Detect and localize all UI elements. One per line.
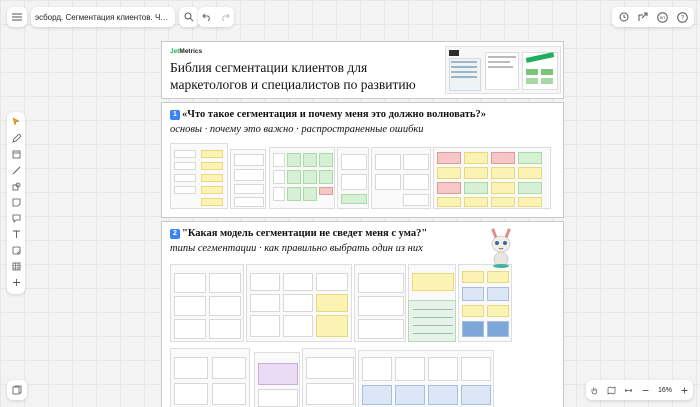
cursor-icon (12, 117, 20, 126)
section-1-board-3[interactable] (269, 147, 335, 209)
pages-icon (12, 385, 22, 395)
shapes-icon (12, 182, 20, 190)
table-tool[interactable] (8, 258, 24, 274)
text-tool[interactable] (8, 226, 24, 242)
header-frame[interactable]: JetMetrics Библия сегментации клиентов д… (161, 41, 564, 99)
section-1-board-5[interactable] (371, 147, 431, 209)
frame-icon (12, 150, 20, 158)
line-icon (12, 166, 20, 174)
undo-button[interactable] (198, 7, 216, 27)
share-icon (638, 12, 648, 21)
pages-button[interactable] (7, 380, 27, 400)
segment-table-board[interactable] (408, 300, 456, 342)
section-1-subtitle: основы · почему это важно · распростране… (170, 124, 424, 135)
board-title[interactable]: эсборд. Сегментация клиентов. Часть … (31, 7, 175, 27)
section-2-frame[interactable]: 2 "Какая модель сегментации не сведет мен… (161, 221, 564, 407)
pen-icon (11, 133, 21, 143)
board-title-text: эсборд. Сегментация клиентов. Часть … (35, 12, 171, 22)
section-2-board-9[interactable] (358, 350, 494, 407)
comment-icon (12, 214, 20, 223)
zoom-in-icon[interactable] (680, 386, 689, 395)
section-2-board-2[interactable] (246, 264, 352, 342)
section-2-subtitle: типы сегментации · как правильно выбрать… (170, 243, 423, 254)
hamburger-icon (12, 13, 22, 21)
text-icon (12, 230, 20, 238)
section-1-frame[interactable]: 1 «Что такое сегментация и почему меня эт… (161, 102, 564, 218)
section-2-board-7[interactable] (254, 352, 300, 407)
search-button[interactable] (179, 7, 199, 27)
svg-text:?: ? (681, 15, 685, 21)
select-tool[interactable] (8, 114, 24, 130)
pen-tool[interactable] (8, 130, 24, 146)
zoom-out-icon[interactable] (641, 386, 650, 395)
help-button[interactable]: ? (673, 7, 693, 27)
section-1-board-2[interactable] (230, 149, 266, 209)
hand-icon[interactable] (590, 386, 599, 395)
section-1-title: 1 «Что такое сегментация и почему меня эт… (170, 109, 486, 120)
shapes-tool[interactable] (8, 178, 24, 194)
share-button[interactable] (634, 7, 654, 27)
section-2-board-1[interactable] (170, 264, 244, 342)
zoom-level[interactable]: 16% (658, 387, 672, 394)
search-icon (184, 12, 194, 22)
svg-text:ВП: ВП (660, 15, 666, 20)
header-preview-image (445, 46, 561, 94)
plus-icon (12, 278, 20, 286)
fox-mascot-image (487, 228, 515, 268)
left-toolbar (7, 112, 25, 294)
section-2-title: 2 "Какая модель сегментации не сведет мен… (170, 228, 427, 239)
frame-tool[interactable] (8, 146, 24, 162)
section-1-board-1[interactable] (170, 143, 228, 209)
section-2-board-6[interactable] (170, 348, 250, 407)
avatar-icon: ВП (657, 11, 669, 23)
table-icon (12, 262, 20, 270)
page-title: Библия сегментации клиентов для маркетол… (170, 60, 416, 92)
zoom-controls: 16% (586, 380, 693, 400)
sticky-note-tool[interactable] (8, 194, 24, 210)
comment-tool[interactable] (8, 210, 24, 226)
line-tool[interactable] (8, 162, 24, 178)
section-2-board-3[interactable] (354, 264, 406, 342)
undo-redo-group (198, 7, 234, 27)
number-badge: 1 (170, 110, 180, 120)
undo-icon (202, 13, 210, 21)
timer-icon (619, 12, 629, 22)
more-tools[interactable] (8, 274, 24, 290)
right-toolbar: ВП ? (612, 7, 694, 27)
number-badge: 2 (170, 229, 180, 239)
section-2-board-8[interactable] (302, 348, 356, 407)
section-2-board-5[interactable] (458, 264, 512, 342)
map-icon[interactable] (607, 385, 616, 395)
sticker-tool[interactable] (8, 242, 24, 258)
sticker-icon (12, 246, 20, 254)
section-1-board-6[interactable] (433, 147, 551, 209)
sticky-note-icon (12, 198, 20, 206)
avatar-button[interactable]: ВП (653, 7, 673, 27)
redo-button[interactable] (216, 7, 234, 27)
fit-icon[interactable] (624, 386, 633, 395)
section-1-board-4[interactable] (337, 147, 369, 209)
help-icon: ? (676, 11, 688, 23)
brand-logo: JetMetrics (170, 48, 203, 55)
menu-button[interactable] (7, 7, 27, 27)
redo-icon (222, 13, 230, 21)
timer-button[interactable] (614, 7, 634, 27)
